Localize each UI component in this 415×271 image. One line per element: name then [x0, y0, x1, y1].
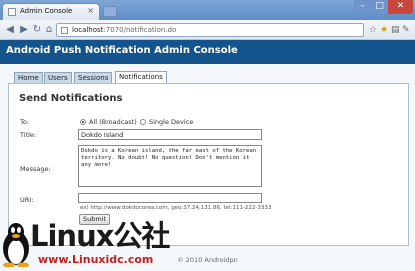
star-icon[interactable]: ☆: [369, 24, 377, 36]
uri-hint: ex) http://www.dokdocorea.com, geo:37.24…: [80, 205, 272, 211]
extension-icon[interactable]: ★: [380, 24, 388, 36]
tab-sessions[interactable]: Sessions: [74, 72, 113, 83]
tux-penguin-icon: [3, 223, 29, 267]
tab-title: Admin Console: [20, 7, 73, 15]
address-bar[interactable]: localhost:7070/notification.do: [56, 23, 364, 37]
home-icon[interactable]: ⌂: [43, 24, 55, 36]
tab-close-icon[interactable]: ×: [87, 6, 94, 15]
back-icon[interactable]: ◀: [4, 24, 16, 36]
window-close-button[interactable]: ✕: [388, 0, 413, 14]
broadcast-radio[interactable]: [80, 119, 86, 125]
broadcast-option-label: All (Broadcast): [89, 118, 137, 126]
page-icon: [61, 27, 68, 34]
single-device-radio[interactable]: [140, 119, 146, 125]
title-label: Title:: [20, 131, 37, 139]
message-textarea[interactable]: Dokdo is a Korean island, the far east o…: [78, 145, 262, 187]
watermark: Linux公社 www.Linuxidc.com: [0, 213, 175, 271]
uri-label: URI:: [20, 196, 34, 204]
new-tab-button[interactable]: [103, 6, 117, 17]
tab-notifications[interactable]: Notifications: [115, 71, 167, 83]
page-title: Android Push Notification Admin Console: [6, 45, 238, 56]
title-input[interactable]: Dokdo Island: [78, 129, 262, 140]
window-maximize-button[interactable]: □: [371, 0, 388, 14]
page-menu-icon[interactable]: ▤: [391, 24, 400, 36]
form-heading: Send Notifications: [19, 93, 123, 104]
message-label: Message:: [20, 165, 51, 173]
browser-titlebar: Admin Console × – □ ✕: [0, 0, 415, 20]
wrench-icon[interactable]: ✎: [402, 24, 410, 36]
single-device-option-label: Single Device: [149, 118, 194, 126]
page-header: Android Push Notification Admin Console: [0, 40, 415, 64]
page-favicon-icon: [8, 8, 16, 16]
address-url: localhost:7070/notification.do: [72, 26, 177, 34]
forward-icon[interactable]: ▶: [18, 24, 30, 36]
tab-home[interactable]: Home: [14, 72, 43, 83]
to-label: To:: [20, 118, 30, 126]
browser-tab[interactable]: Admin Console ×: [2, 3, 100, 20]
tab-users[interactable]: Users: [44, 72, 72, 83]
reload-icon[interactable]: ↻: [31, 24, 43, 36]
uri-input[interactable]: [78, 193, 262, 203]
watermark-title: Linux公社: [30, 219, 170, 253]
watermark-url: www.Linuxidc.com: [38, 253, 154, 266]
browser-toolbar: ◀ ▶ ↻ ⌂ localhost:7070/notification.do ☆…: [0, 20, 415, 40]
window-minimize-button[interactable]: –: [354, 0, 371, 14]
